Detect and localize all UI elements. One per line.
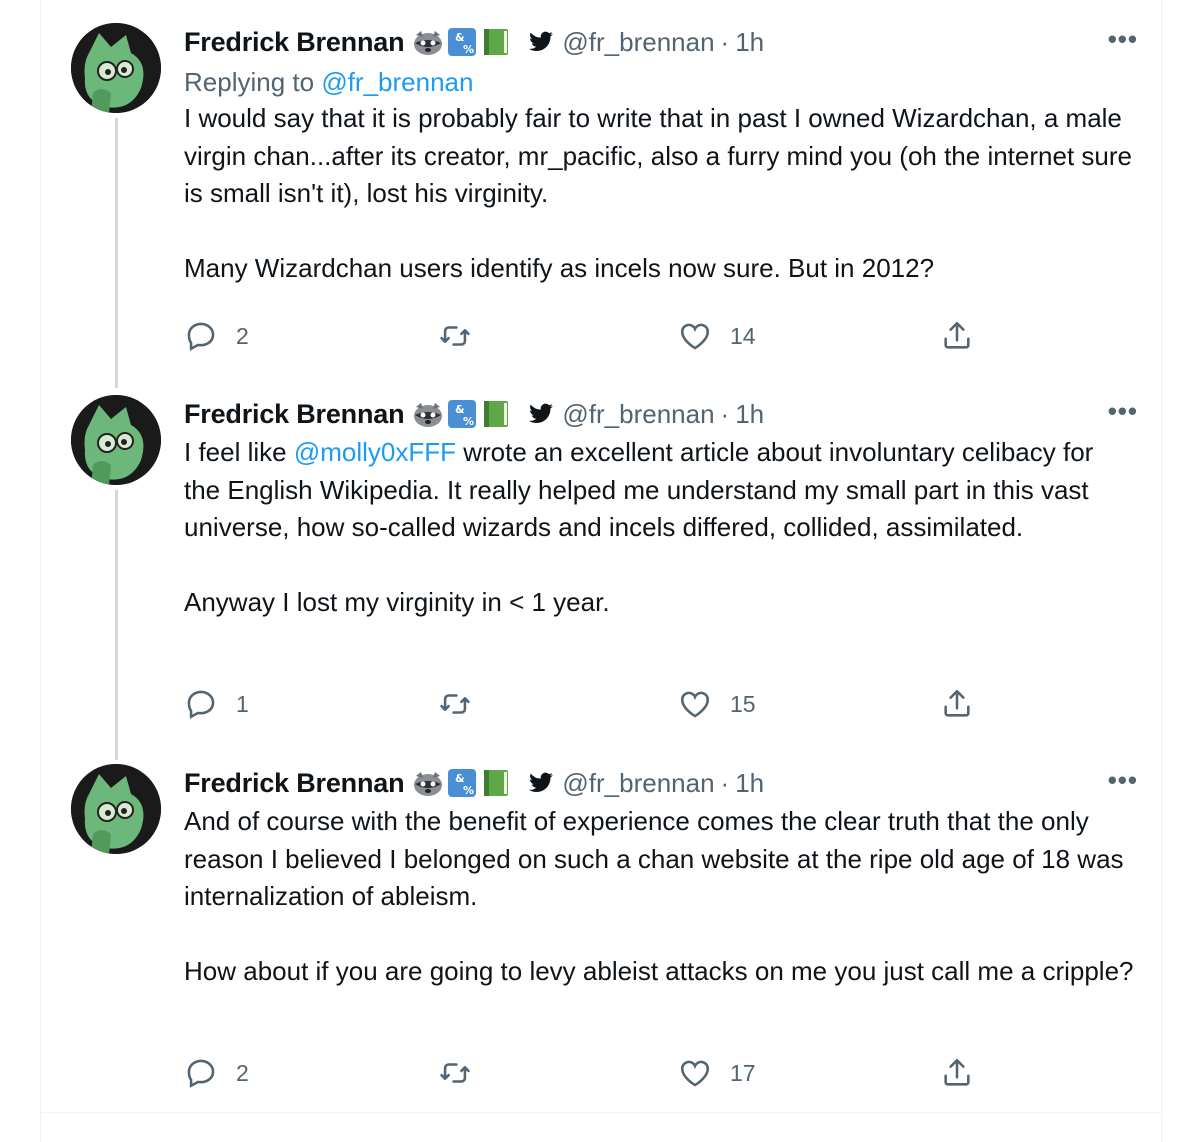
twitter-bird-icon — [529, 31, 554, 51]
action-bar: 2 14 — [184, 316, 1134, 356]
twitter-bird-icon — [529, 772, 554, 792]
retweet-button[interactable] — [438, 687, 472, 721]
symbols-emoji: &% — [448, 769, 477, 797]
svg-text:%: % — [463, 415, 474, 428]
tweet-header: Fredrick Brennan &% @fr_brennan · 1h ••• — [184, 394, 1137, 434]
divider — [40, 1112, 1162, 1113]
tweet-2[interactable]: Fredrick Brennan &% @fr_brennan · 1h •••… — [40, 372, 1162, 760]
retweet-button[interactable] — [438, 1056, 472, 1090]
share-button[interactable] — [940, 1056, 974, 1090]
share-button[interactable] — [940, 319, 974, 353]
reply-button[interactable]: 1 — [184, 687, 249, 721]
timestamp[interactable]: 1h — [735, 27, 764, 58]
tweet-3[interactable]: Fredrick Brennan &% @fr_brennan · 1h •••… — [40, 741, 1162, 1111]
share-icon — [944, 321, 970, 349]
retweet-icon — [440, 326, 470, 346]
like-button[interactable]: 17 — [678, 1056, 756, 1090]
retweet-button[interactable] — [438, 319, 472, 353]
like-count: 17 — [730, 1059, 756, 1086]
raccoon-emoji — [414, 403, 443, 427]
mention-link[interactable]: @molly0xFFF — [294, 437, 456, 467]
svg-text:%: % — [463, 43, 474, 56]
like-button[interactable]: 15 — [678, 687, 756, 721]
raccoon-emoji — [414, 772, 443, 796]
reply-button[interactable]: 2 — [184, 319, 249, 353]
like-icon — [680, 691, 710, 718]
share-icon — [944, 1058, 970, 1086]
author-name[interactable]: Fredrick Brennan — [184, 399, 405, 430]
replying-to: Replying to @fr_brennan — [184, 64, 1134, 100]
dot-separator: · — [720, 26, 730, 57]
dot-separator: · — [720, 767, 730, 798]
author-handle[interactable]: @fr_brennan — [562, 399, 714, 430]
reply-icon — [187, 322, 215, 351]
author-name[interactable]: Fredrick Brennan — [184, 768, 405, 799]
svg-text:%: % — [463, 784, 474, 797]
avatar[interactable] — [71, 764, 161, 854]
dot-separator: · — [720, 398, 730, 429]
thread-line — [115, 490, 118, 760]
replying-to-label: Replying to — [184, 67, 322, 97]
like-count: 14 — [730, 322, 756, 349]
like-icon — [680, 1060, 710, 1087]
green-book-emoji — [484, 401, 509, 427]
action-bar: 2 17 — [184, 1053, 1134, 1093]
twitter-bird-icon — [529, 403, 554, 423]
share-icon — [944, 689, 970, 717]
green-book-emoji — [484, 29, 509, 55]
tweet-text: I would say that it is probably fair to … — [184, 103, 1132, 283]
replying-to-handle[interactable]: @fr_brennan — [321, 67, 473, 97]
symbols-emoji: &% — [448, 28, 477, 56]
share-button[interactable] — [940, 687, 974, 721]
reply-icon — [187, 690, 215, 719]
like-count: 15 — [730, 690, 756, 717]
symbols-emoji: &% — [448, 400, 477, 428]
thread-line — [115, 118, 118, 388]
action-bar: 1 15 — [184, 684, 1134, 724]
avatar[interactable] — [71, 395, 161, 485]
tweet-header: Fredrick Brennan &% @fr_brennan · 1h ••• — [184, 763, 1137, 803]
tweet-header: Fredrick Brennan &% @fr_brennan · 1h ••• — [184, 22, 1137, 62]
more-icon[interactable]: ••• — [1108, 24, 1138, 55]
reply-count: 1 — [236, 690, 249, 717]
tweet-text: I feel like @molly0xFFF wrote an excelle… — [184, 434, 1134, 622]
raccoon-emoji — [414, 31, 443, 55]
tweet-text: And of course with the benefit of experi… — [184, 806, 1134, 986]
author-handle[interactable]: @fr_brennan — [562, 27, 714, 58]
like-button[interactable]: 14 — [678, 319, 756, 353]
reply-button[interactable]: 2 — [184, 1056, 249, 1090]
reply-count: 2 — [236, 322, 249, 349]
like-icon — [680, 323, 710, 350]
green-book-emoji — [484, 770, 509, 796]
more-icon[interactable]: ••• — [1108, 396, 1138, 427]
timestamp[interactable]: 1h — [735, 768, 764, 799]
retweet-icon — [440, 694, 470, 714]
retweet-icon — [440, 1063, 470, 1083]
more-icon[interactable]: ••• — [1108, 765, 1138, 796]
timestamp[interactable]: 1h — [735, 399, 764, 430]
tweet-1[interactable]: Fredrick Brennan &% @fr_brennan · 1h •••… — [40, 0, 1162, 388]
author-handle[interactable]: @fr_brennan — [562, 768, 714, 799]
reply-count: 2 — [236, 1059, 249, 1086]
avatar[interactable] — [71, 23, 161, 113]
reply-icon — [187, 1059, 215, 1088]
author-name[interactable]: Fredrick Brennan — [184, 27, 405, 58]
tweet-text-part: I feel like — [184, 437, 294, 467]
